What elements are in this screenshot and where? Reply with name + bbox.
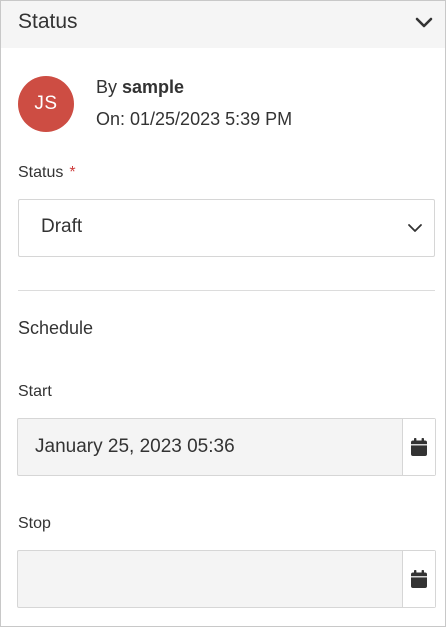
calendar-icon [411,570,427,588]
author-username: sample [122,77,185,97]
panel-title: Status [18,10,78,33]
required-marker: * [69,164,76,181]
panel-header[interactable]: Status [1,1,445,48]
stop-date-field[interactable] [17,550,436,608]
stop-calendar-button[interactable] [402,551,435,607]
chevron-down-icon [408,224,422,232]
start-calendar-button[interactable] [402,419,435,475]
status-select-value: Draft [41,216,83,237]
avatar: JS [18,76,74,132]
start-date-field[interactable]: January 25, 2023 05:36 [17,418,436,476]
status-select[interactable]: Draft [18,199,435,257]
author-prefix: By [96,77,118,97]
section-divider [18,290,435,291]
schedule-heading: Schedule [18,318,94,338]
author-line: By sample [96,77,184,98]
avatar-initials: JS [34,93,58,114]
status-label-text: Status [18,164,64,181]
stop-label: Stop [18,515,51,532]
chevron-down-icon [415,17,433,28]
calendar-icon [411,438,427,456]
collapse-toggle-button[interactable] [413,12,435,34]
start-label: Start [18,383,52,400]
start-date-value: January 25, 2023 05:36 [35,436,235,457]
modified-date: On: 01/25/2023 5:39 PM [96,109,293,129]
status-label: Status * [18,164,76,182]
status-panel: Status JS By sample On: 01/25/2023 5:39 … [0,0,446,627]
